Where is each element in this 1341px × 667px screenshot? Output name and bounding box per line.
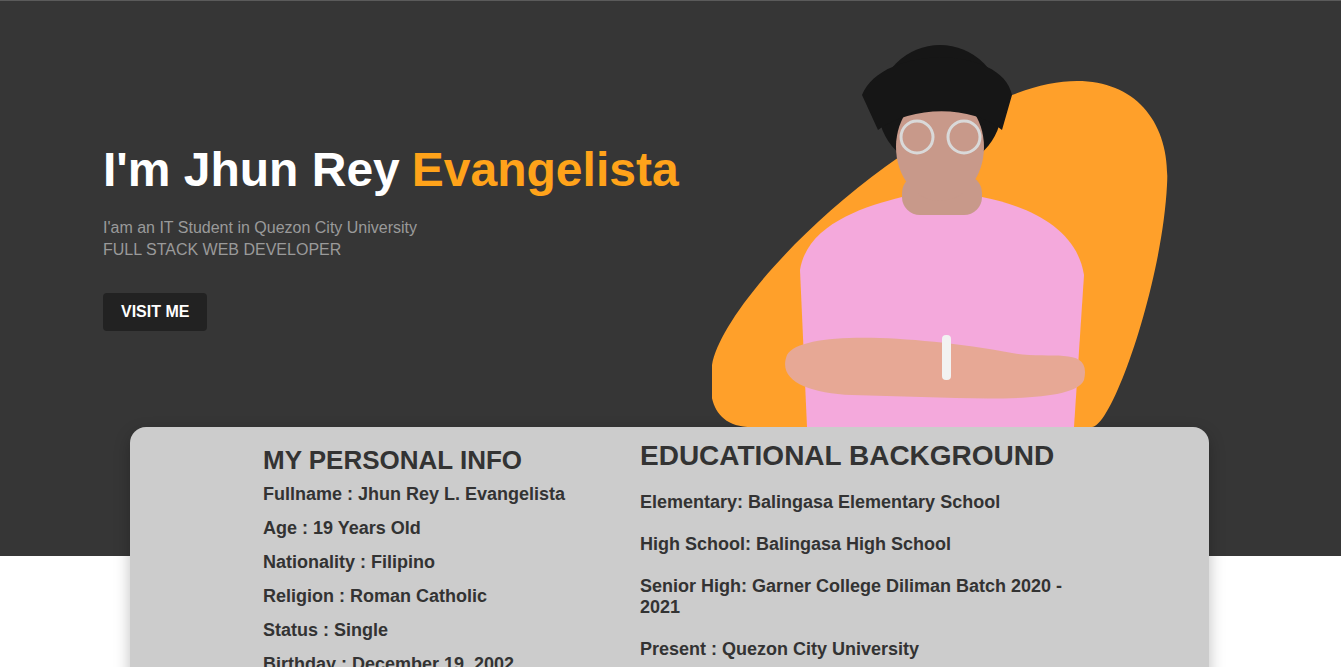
orange-blob-shape <box>712 81 1167 427</box>
personal-info-item: Birthday : December 19, 2002 <box>263 652 640 667</box>
education-item: Senior High: Garner College Diliman Batc… <box>640 576 1080 618</box>
education-item: High School: Balingasa High School <box>640 534 1080 555</box>
subtitle-line: I'am an IT Student in Quezon City Univer… <box>103 217 712 239</box>
hero-highlight: Evangelista <box>412 143 679 196</box>
personal-info-item: Status : Single <box>263 618 640 642</box>
education-title: EDUCATIONAL BACKGROUND <box>640 439 1080 473</box>
hero-text: I'm Jhun ReyEvangelista I'am an IT Studen… <box>0 1 712 427</box>
profile-photo <box>712 35 1168 427</box>
education-item: Present : Quezon City University <box>640 639 1080 660</box>
personal-info-title: MY PERSONAL INFO <box>263 444 640 476</box>
info-card: MY PERSONAL INFO Fullname : Jhun Rey L. E… <box>130 427 1209 667</box>
hero-heading: I'm Jhun ReyEvangelista <box>103 141 712 199</box>
personal-info-item: Religion : Roman Catholic <box>263 584 640 608</box>
education-item: Elementary: Balingasa Elementary School <box>640 492 1080 513</box>
hero-section: I'm Jhun ReyEvangelista I'am an IT Studen… <box>0 1 1341 427</box>
hero-subtitle: I'am an IT Student in Quezon City Univer… <box>103 217 712 261</box>
portfolio-page: I'm Jhun ReyEvangelista I'am an IT Studen… <box>0 0 1341 667</box>
personal-info-item: Nationality : Filipino <box>263 550 640 574</box>
personal-info: MY PERSONAL INFO Fullname : Jhun Rey L. E… <box>263 427 640 667</box>
personal-info-item: Fullname : Jhun Rey L. Evangelista <box>263 482 640 506</box>
personal-info-item: Age : 19 Years Old <box>263 516 640 540</box>
education: EDUCATIONAL BACKGROUND Elementary: Baling… <box>640 427 1080 667</box>
education-list: Elementary: Balingasa Elementary School H… <box>640 492 1080 660</box>
visit-me-button[interactable]: VISIT ME <box>103 293 207 331</box>
subtitle-line: FULL STACK WEB DEVELOPER <box>103 239 712 261</box>
hero-greeting: I'm Jhun Rey <box>103 143 400 196</box>
personal-info-list: Fullname : Jhun Rey L. Evangelista Age : … <box>263 482 640 667</box>
hero-image <box>712 1 1168 427</box>
